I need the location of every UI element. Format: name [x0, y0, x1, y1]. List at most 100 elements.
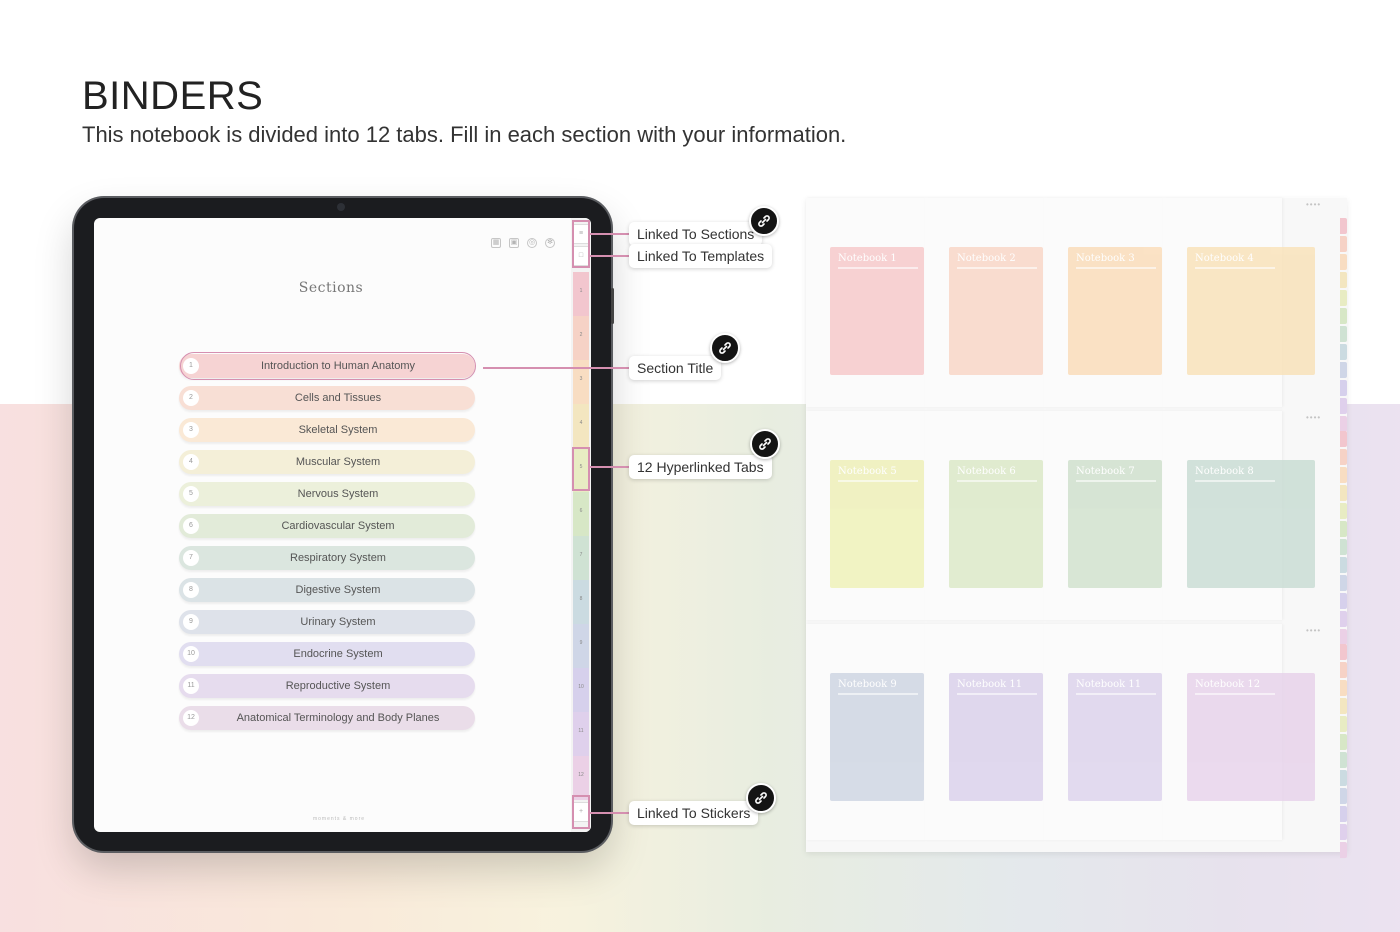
- section-row[interactable]: 10 Endocrine System: [179, 642, 475, 666]
- section-label: Digestive System: [295, 584, 381, 596]
- notebook-cover[interactable]: Notebook 6: [949, 460, 1043, 588]
- notebook-label: Notebook 4: [1195, 253, 1254, 264]
- preview-side-tab: [1340, 449, 1347, 465]
- section-row[interactable]: 3 Skeletal System: [179, 418, 475, 442]
- preview-side-tab: [1340, 788, 1347, 804]
- highlight-section-title: [180, 352, 476, 380]
- notebook-page: Notebook 1: [806, 198, 925, 407]
- tablet-screen: ▦ ▣ ◎ ✻ Sections 1 Introduction to Human …: [94, 218, 591, 832]
- notebook-cover[interactable]: Notebook 5: [830, 460, 924, 588]
- preview-side-tab: [1340, 593, 1347, 609]
- tab-number-label: 10: [578, 684, 584, 690]
- tab-number[interactable]: 9: [573, 624, 589, 668]
- tab-number[interactable]: 7: [573, 536, 589, 580]
- notebook-page: Notebook 5: [806, 411, 925, 620]
- section-row[interactable]: 9 Urinary System: [179, 610, 475, 634]
- tab-number[interactable]: 8: [573, 580, 589, 624]
- notebook-subtitle-line: [1195, 267, 1275, 269]
- page-subtitle: This notebook is divided into 12 tabs. F…: [82, 122, 847, 147]
- notebook-page: Notebook 6: [925, 411, 1044, 620]
- section-label: Endocrine System: [293, 648, 383, 660]
- section-label: Nervous System: [297, 488, 379, 500]
- tab-number[interactable]: 11: [573, 712, 589, 756]
- tab-number-label: 7: [579, 552, 583, 558]
- preview-side-tab: [1340, 218, 1347, 234]
- preview-side-tabs: [1340, 644, 1347, 860]
- preview-side-tab: [1340, 521, 1347, 537]
- section-row[interactable]: 12 Anatomical Terminology and Body Planes: [179, 706, 475, 730]
- tab-number[interactable]: 6: [573, 492, 589, 536]
- notebook-cover[interactable]: Notebook 11: [949, 673, 1043, 801]
- tablet-device: ▦ ▣ ◎ ✻ Sections 1 Introduction to Human …: [74, 198, 614, 851]
- notebook-cover[interactable]: Notebook 3: [1068, 247, 1162, 375]
- notebook-label: Notebook 7: [1076, 466, 1135, 477]
- preview-side-tab: [1340, 344, 1347, 360]
- notebook-subtitle-line: [1195, 693, 1275, 695]
- notebook-subtitle-line: [957, 480, 1037, 482]
- tab-number[interactable]: 4: [573, 404, 589, 448]
- preview-side-tab: [1340, 806, 1347, 822]
- notebook-cover[interactable]: Notebook 11: [1068, 673, 1162, 801]
- section-number: 4: [183, 454, 199, 470]
- section-row[interactable]: 4 Muscular System: [179, 450, 475, 474]
- side-button: [611, 288, 614, 324]
- section-row[interactable]: 2 Cells and Tissues: [179, 386, 475, 410]
- top-icons: ▦ ▣ ◎ ✻: [491, 238, 555, 248]
- sections-list: 1 Introduction to Human Anatomy 2 Cells and…: [179, 354, 475, 738]
- preview-side-tab: [1340, 290, 1347, 306]
- notebook-cover[interactable]: Notebook 7: [1068, 460, 1162, 588]
- tab-number[interactable]: 2: [573, 316, 589, 360]
- notebook-cover[interactable]: Notebook 1: [830, 247, 924, 375]
- notebook-cover[interactable]: Notebook 2: [949, 247, 1043, 375]
- link-icon: [710, 333, 740, 363]
- section-row[interactable]: 7 Respiratory System: [179, 546, 475, 570]
- tab-number-label: 9: [579, 640, 583, 646]
- calendar-icon[interactable]: ▦: [491, 238, 501, 248]
- callout-linked-templates: Linked To Templates: [629, 244, 773, 268]
- notebook-cover[interactable]: Notebook 8: [1187, 460, 1315, 588]
- preview-side-tab: [1340, 236, 1347, 252]
- highlight-top-tabs: [572, 220, 590, 268]
- section-row[interactable]: 11 Reproductive System: [179, 674, 475, 698]
- preview-side-tab: [1340, 539, 1347, 555]
- notebook-subtitle-line: [1195, 480, 1275, 482]
- page-dots: ••••: [1306, 413, 1322, 422]
- section-number: 10: [183, 646, 199, 662]
- preview-side-tab: [1340, 557, 1347, 573]
- notebook-label: Notebook 3: [1076, 253, 1135, 264]
- tab-number[interactable]: 1: [573, 272, 589, 316]
- section-label: Skeletal System: [298, 424, 378, 436]
- preview-side-tab: [1340, 752, 1347, 768]
- preview-side-tab: [1340, 680, 1347, 696]
- preview-side-tab: [1340, 716, 1347, 732]
- preview-side-tab: [1340, 575, 1347, 591]
- briefcase-icon[interactable]: ▣: [509, 238, 519, 248]
- link-icon: [749, 206, 779, 236]
- section-number: 7: [183, 550, 199, 566]
- preview-side-tab: [1340, 398, 1347, 414]
- section-row[interactable]: 6 Cardiovascular System: [179, 514, 475, 538]
- section-number: 9: [183, 614, 199, 630]
- highlight-stickers-tab: [572, 795, 590, 829]
- section-row[interactable]: 5 Nervous System: [179, 482, 475, 506]
- preview-side-tab: [1340, 611, 1347, 627]
- globe-icon[interactable]: ◎: [527, 238, 537, 248]
- notebook-cover[interactable]: Notebook 9: [830, 673, 924, 801]
- preview-side-tab: [1340, 770, 1347, 786]
- notebook-page: Notebook 12: [1163, 624, 1315, 840]
- callout-hyperlinked-tabs: 12 Hyperlinked Tabs: [629, 455, 772, 479]
- notebook-cover[interactable]: Notebook 4: [1187, 247, 1315, 375]
- preview-side-tab: [1340, 254, 1347, 270]
- section-number: 5: [183, 486, 199, 502]
- settings-icon[interactable]: ✻: [545, 238, 555, 248]
- section-row[interactable]: 8 Digestive System: [179, 578, 475, 602]
- tab-number[interactable]: 12: [573, 756, 589, 800]
- connector-tabs: [590, 466, 630, 468]
- notebook-cover[interactable]: Notebook 12: [1187, 673, 1315, 801]
- preview-side-tab: [1340, 326, 1347, 342]
- section-number: 2: [183, 390, 199, 406]
- notebook-label: Notebook 12: [1195, 679, 1261, 690]
- preview-side-tab: [1340, 272, 1347, 288]
- section-number: 12: [183, 710, 199, 726]
- tab-number[interactable]: 10: [573, 668, 589, 712]
